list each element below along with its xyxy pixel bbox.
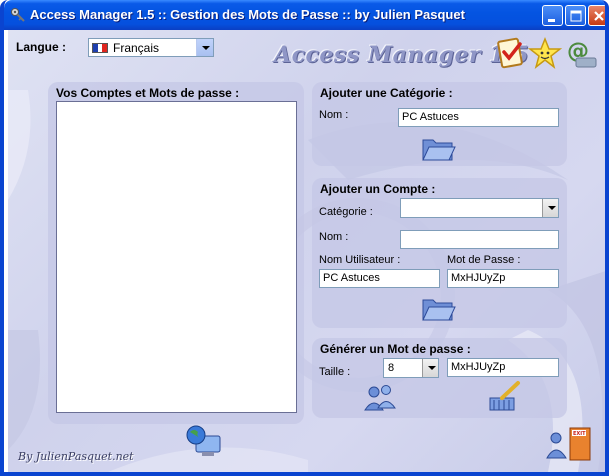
category-name-input[interactable]: PC Astuces (398, 108, 559, 127)
size-value: 8 (388, 362, 395, 374)
maximize-button[interactable] (565, 5, 586, 26)
close-button[interactable] (588, 5, 605, 26)
favorite-star-icon[interactable] (528, 36, 562, 70)
minimize-icon (548, 19, 555, 22)
close-icon (594, 11, 604, 21)
account-name-input[interactable] (400, 230, 559, 249)
size-dropdown[interactable]: 8 (383, 358, 439, 378)
username-input[interactable]: PC Astuces (319, 269, 440, 288)
size-label: Taille : (319, 366, 351, 378)
brand-logo: Access Manager 1.5 (274, 42, 530, 68)
svg-text:EXIT: EXIT (573, 431, 586, 437)
footer-credit: By JulienPasquet.net (18, 450, 134, 463)
chevron-down-icon[interactable] (196, 39, 213, 56)
username-label: Nom Utilisateur : (319, 254, 401, 266)
website-globe-icon[interactable] (184, 424, 224, 460)
users-icon (364, 385, 396, 411)
generate-password-title: Générer un Mot de passe : (320, 342, 471, 356)
password-input[interactable]: MxHJUyZp (447, 269, 559, 288)
france-flag-icon (92, 43, 108, 53)
chevron-down-icon[interactable] (422, 359, 438, 377)
checklist-icon[interactable] (494, 36, 528, 70)
generate-password-panel: Générer un Mot de passe : (312, 338, 567, 418)
app-key-icon (11, 8, 25, 22)
add-account-folder-icon[interactable] (420, 294, 456, 324)
account-category-dropdown[interactable] (400, 198, 559, 218)
accounts-panel-title: Vos Comptes et Mots de passe : (56, 86, 240, 100)
exit-door-icon[interactable]: EXIT (544, 424, 594, 464)
language-label: Langue : (16, 40, 66, 54)
generated-password-output[interactable]: MxHJUyZp (447, 358, 559, 377)
maximize-icon (570, 10, 582, 22)
password-label: Mot de Passe : (447, 254, 521, 266)
account-category-label: Catégorie : (319, 206, 373, 218)
client-area: Langue : Français Access Manager 1.5 @ V… (8, 30, 605, 472)
add-account-title: Ajouter un Compte : (320, 182, 436, 196)
window-title: Access Manager 1.5 :: Gestion des Mots d… (30, 7, 465, 22)
accounts-list[interactable] (56, 101, 297, 413)
application-window: Access Manager 1.5 :: Gestion des Mots d… (0, 0, 609, 476)
account-name-label: Nom : (319, 231, 349, 243)
title-bar[interactable]: Access Manager 1.5 :: Gestion des Mots d… (4, 0, 605, 30)
generate-brush-icon[interactable] (486, 380, 522, 414)
open-folder-icon[interactable] (420, 134, 456, 164)
minimize-button[interactable] (542, 5, 563, 26)
chevron-down-icon[interactable] (542, 199, 558, 217)
category-name-label: Nom : (319, 109, 349, 121)
email-contact-icon[interactable]: @ (564, 36, 598, 70)
language-dropdown[interactable]: Français (88, 38, 214, 57)
add-category-title: Ajouter une Catégorie : (320, 86, 453, 100)
language-selected-value: Français (113, 41, 160, 55)
